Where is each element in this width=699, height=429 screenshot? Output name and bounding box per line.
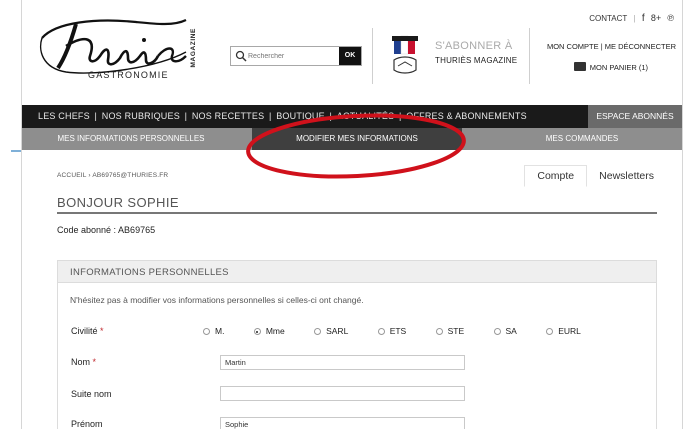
civility-radio-group: M. Mme SARL ETS STE SA EURL xyxy=(203,326,608,336)
tab-compte[interactable]: Compte xyxy=(524,165,588,187)
civility-label: Civilité * xyxy=(71,326,104,336)
search-ok-button[interactable]: OK xyxy=(339,47,361,65)
espace-abonnes-tab[interactable]: ESPACE ABONNÉS xyxy=(588,105,682,128)
logo-magazine: MAGAZINE xyxy=(190,28,197,68)
magazine-flag-icon[interactable] xyxy=(390,34,420,78)
civility-option-sarl[interactable]: SARL xyxy=(314,326,348,336)
breadcrumb[interactable]: ACCUEIL › AB69765@THURIES.FR xyxy=(57,172,168,179)
radio-icon[interactable] xyxy=(203,328,210,335)
sub-navigation: MES INFORMATIONS PERSONNELLES MODIFIER M… xyxy=(22,128,682,150)
subscribe-magazine-name[interactable]: THURIÈS MAGAZINE xyxy=(435,56,517,65)
nav-item-rubriques[interactable]: NOS RUBRIQUES xyxy=(102,111,180,121)
panel-title: INFORMATIONS PERSONNELLES xyxy=(70,267,229,278)
nav-item-offres[interactable]: OFFRES & ABONNEMENTS xyxy=(406,111,527,121)
personal-info-panel: INFORMATIONS PERSONNELLES N'hésitez pas … xyxy=(57,260,657,429)
tab-newsletters[interactable]: Newsletters xyxy=(587,166,666,186)
page-title: BONJOUR SOPHIE xyxy=(57,195,179,210)
tab-mes-commandes[interactable]: MES COMMANDES xyxy=(482,128,682,150)
title-rule xyxy=(57,212,657,214)
prenom-label: Prénom xyxy=(71,419,103,429)
pinterest-icon[interactable]: ℗ xyxy=(667,13,674,23)
site-logo[interactable]: GASTRONOMIE MAGAZINE xyxy=(36,16,208,86)
panel-header: INFORMATIONS PERSONNELLES xyxy=(58,261,656,283)
contact-link[interactable]: CONTACT xyxy=(589,14,627,23)
suite-nom-field[interactable] xyxy=(220,386,465,401)
logo-gastronomie: GASTRONOMIE xyxy=(88,70,169,80)
tab-mes-informations[interactable]: MES INFORMATIONS PERSONNELLES xyxy=(22,128,240,150)
civility-option-eurl[interactable]: EURL xyxy=(546,326,581,336)
account-links[interactable]: MON COMPTE | ME DÉCONNECTER xyxy=(547,42,676,51)
side-marker xyxy=(11,150,21,152)
radio-icon[interactable] xyxy=(314,328,322,335)
page-frame: GASTRONOMIE MAGAZINE OK S'ABONNER À THUR… xyxy=(21,0,683,429)
nav-item-actualites[interactable]: ACTUALITÉS xyxy=(337,111,395,121)
subscribe-link[interactable]: S'ABONNER À xyxy=(435,40,513,52)
contact-row: CONTACT | f 8+ ℗ xyxy=(585,13,674,24)
panel-intro: N'hésitez pas à modifier vos information… xyxy=(70,295,364,305)
radio-icon[interactable] xyxy=(493,328,501,335)
search-input[interactable] xyxy=(248,49,330,63)
nom-label: Nom * xyxy=(71,357,97,367)
basket-icon xyxy=(573,62,586,71)
facebook-icon[interactable]: f xyxy=(642,13,645,24)
nav-item-chefs[interactable]: LES CHEFS xyxy=(38,111,90,121)
prenom-field[interactable] xyxy=(220,417,465,429)
search-box: OK xyxy=(230,46,362,66)
main-navigation: LES CHEFS | NOS RUBRIQUES | NOS RECETTES… xyxy=(22,105,682,128)
radio-icon[interactable] xyxy=(435,328,443,335)
radio-icon[interactable] xyxy=(377,328,385,335)
search-icon xyxy=(235,50,247,62)
nav-item-boutique[interactable]: BOUTIQUE xyxy=(276,111,325,121)
nom-field[interactable] xyxy=(220,355,465,370)
civility-option-mme[interactable]: Mme xyxy=(253,326,285,336)
basket-label: MON PANIER (1) xyxy=(589,63,648,72)
civility-option-ets[interactable]: ETS xyxy=(377,326,406,336)
divider: | xyxy=(633,14,636,23)
logo-script-icon xyxy=(39,18,187,74)
radio-selected-icon[interactable] xyxy=(253,328,261,335)
header-divider xyxy=(372,28,373,84)
google-plus-icon[interactable]: 8+ xyxy=(651,13,661,23)
suite-nom-label: Suite nom xyxy=(71,389,112,399)
basket-link[interactable]: MON PANIER (1) xyxy=(573,62,648,72)
nav-item-recettes[interactable]: NOS RECETTES xyxy=(192,111,264,121)
subscriber-code: Code abonné : AB69765 xyxy=(57,225,156,235)
tab-modifier-informations[interactable]: MODIFIER MES INFORMATIONS xyxy=(252,128,462,150)
civility-option-m[interactable]: M. xyxy=(203,326,224,336)
radio-icon[interactable] xyxy=(546,328,554,335)
account-tabs: Compte Newsletters xyxy=(524,165,666,187)
civility-option-ste[interactable]: STE xyxy=(435,326,464,336)
civility-option-sa[interactable]: SA xyxy=(493,326,517,336)
header-divider-2 xyxy=(529,28,530,84)
